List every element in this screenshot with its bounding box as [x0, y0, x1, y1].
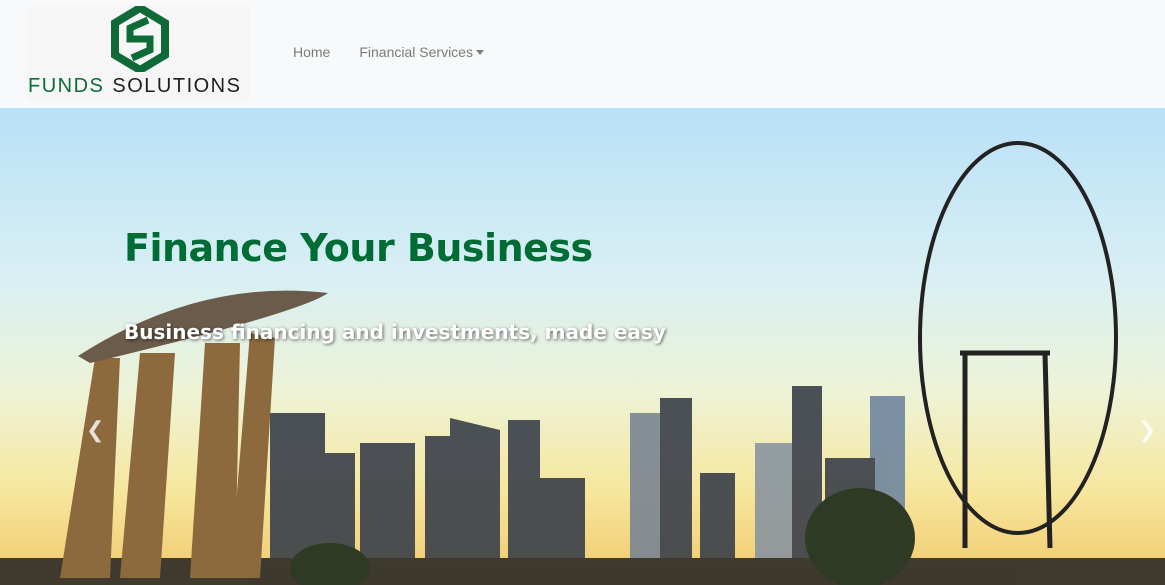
navbar: FUNDS SOLUTIONS Home Financial Services — [0, 0, 1165, 108]
nav-financial-services[interactable]: Financial Services — [359, 44, 484, 60]
skyline-image — [0, 141, 1165, 585]
brand-logo[interactable]: FUNDS SOLUTIONS — [28, 6, 250, 100]
hero-carousel: Finance Your Business Business financing… — [0, 108, 1165, 585]
logo-hexagon-icon — [111, 6, 169, 72]
chevron-left-icon[interactable]: ❮ — [86, 418, 104, 443]
singapore-flyer — [918, 141, 1118, 549]
brand-name: FUNDS SOLUTIONS — [28, 75, 242, 97]
nav-home[interactable]: Home — [293, 44, 330, 60]
chevron-right-icon[interactable]: ❯ — [1138, 418, 1156, 443]
nav-financial-services-label: Financial Services — [359, 44, 473, 60]
hero-subtitle: Business financing and investments, made… — [124, 320, 666, 344]
caret-down-icon — [475, 50, 484, 55]
hero-title: Finance Your Business — [124, 226, 593, 270]
